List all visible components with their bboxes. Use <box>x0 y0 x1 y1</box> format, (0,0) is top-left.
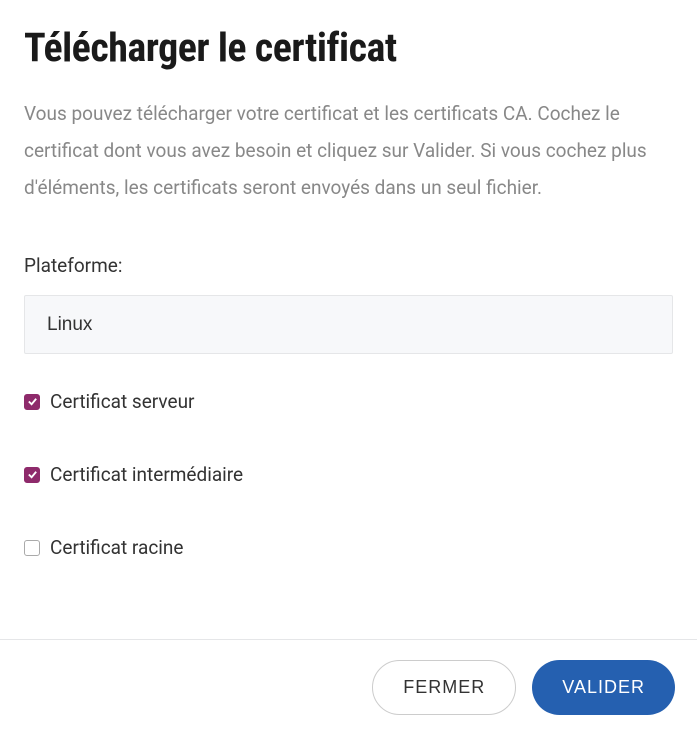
checkbox-row-root[interactable]: Certificat racine <box>24 536 673 559</box>
platform-label: Plateforme: <box>24 254 673 277</box>
platform-select-wrapper: Linux <box>24 295 673 354</box>
dialog-footer: FERMER VALIDER <box>0 639 697 735</box>
dialog-content: Télécharger le certificat Vous pouvez té… <box>0 0 697 639</box>
validate-button[interactable]: VALIDER <box>532 660 675 715</box>
checkbox-label-root: Certificat racine <box>50 536 183 559</box>
checkbox-row-intermediate[interactable]: Certificat intermédiaire <box>24 463 673 486</box>
close-button[interactable]: FERMER <box>372 660 516 715</box>
checkbox-root[interactable] <box>24 540 40 556</box>
checkbox-intermediate[interactable] <box>24 467 40 483</box>
checkbox-label-server: Certificat serveur <box>50 390 194 413</box>
dialog-description: Vous pouvez télécharger votre certificat… <box>24 95 673 206</box>
platform-select[interactable]: Linux <box>24 295 673 354</box>
checkbox-server[interactable] <box>24 394 40 410</box>
checkbox-label-intermediate: Certificat intermédiaire <box>50 463 243 486</box>
check-icon <box>27 469 38 480</box>
check-icon <box>27 396 38 407</box>
dialog-title: Télécharger le certificat <box>24 24 673 71</box>
checkbox-row-server[interactable]: Certificat serveur <box>24 390 673 413</box>
